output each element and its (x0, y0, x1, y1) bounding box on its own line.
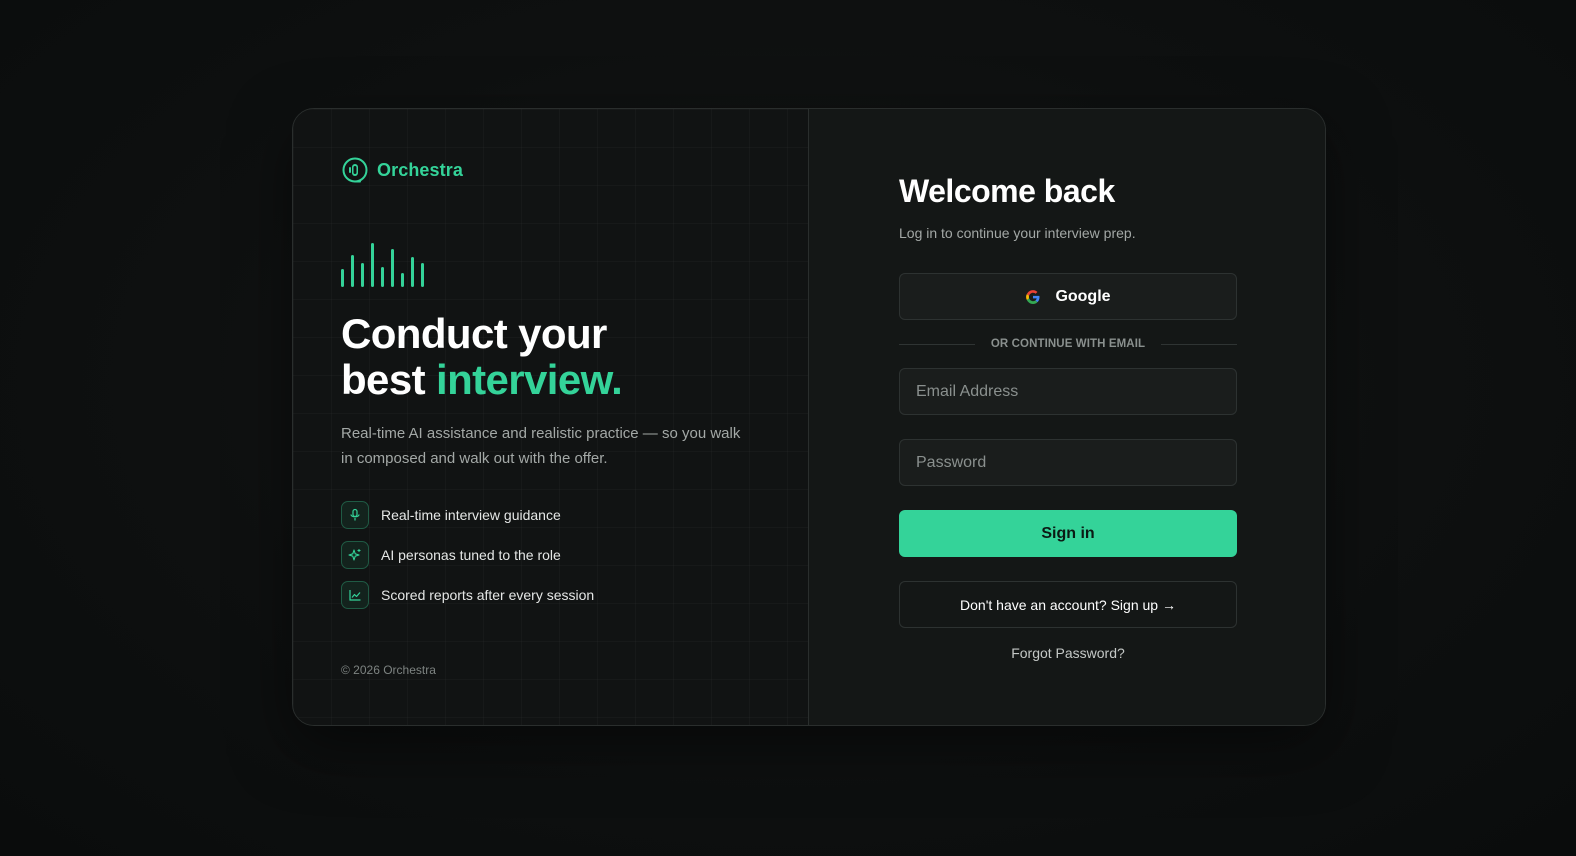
headline-plain: best (341, 356, 437, 403)
brand: Orchestra (341, 156, 463, 184)
page-subtitle: Log in to continue your interview prep. (899, 225, 1136, 241)
feature-label: Scored reports after every session (381, 587, 595, 603)
feature-item: AI personas tuned to the role (341, 541, 594, 569)
divider-line (899, 343, 975, 345)
sparkle-icon (341, 541, 369, 569)
google-signin-button[interactable]: Google (899, 273, 1237, 320)
hero-headline: Conduct your best interview. (341, 310, 623, 403)
headset-logo-icon (342, 157, 368, 183)
divider-line (1161, 343, 1237, 345)
google-button-label: Google (1055, 287, 1111, 305)
copyright: © 2026 Orchestra (341, 663, 436, 677)
divider-text: OR CONTINUE WITH EMAIL (990, 338, 1146, 350)
hero-panel: Orchestra Conduct your best interview. R… (293, 109, 809, 725)
password-field[interactable] (899, 439, 1237, 486)
microphone-icon (341, 501, 369, 529)
feature-label: AI personas tuned to the role (381, 547, 561, 563)
headline-line-1: Conduct your (341, 310, 607, 357)
divider: OR CONTINUE WITH EMAIL (899, 337, 1237, 351)
signup-button[interactable]: Don't have an account? Sign up → (899, 581, 1237, 628)
feature-item: Scored reports after every session (341, 581, 594, 609)
headline-accent: interview. (436, 356, 623, 403)
headline-line-2: best interview. (341, 356, 623, 403)
login-form: Welcome back Log in to continue your int… (899, 171, 1237, 661)
login-card: Orchestra Conduct your best interview. R… (292, 108, 1326, 726)
email-field[interactable] (899, 368, 1237, 415)
feature-item: Real-time interview guidance (341, 501, 594, 529)
feature-list: Real-time interview guidance AI personas… (341, 501, 594, 621)
signin-button[interactable]: Sign in (899, 510, 1237, 557)
brand-name: Orchestra (377, 159, 463, 180)
google-icon (1026, 289, 1040, 304)
feature-label: Real-time interview guidance (381, 507, 561, 523)
forgot-password-link[interactable]: Forgot Password? (899, 645, 1237, 661)
waveform-icon (341, 241, 441, 287)
login-panel: Welcome back Log in to continue your int… (809, 109, 1325, 725)
chart-icon (341, 581, 369, 609)
page-title: Welcome back (899, 173, 1115, 209)
hero-subtext: Real-time AI assistance and realistic pr… (341, 425, 741, 467)
